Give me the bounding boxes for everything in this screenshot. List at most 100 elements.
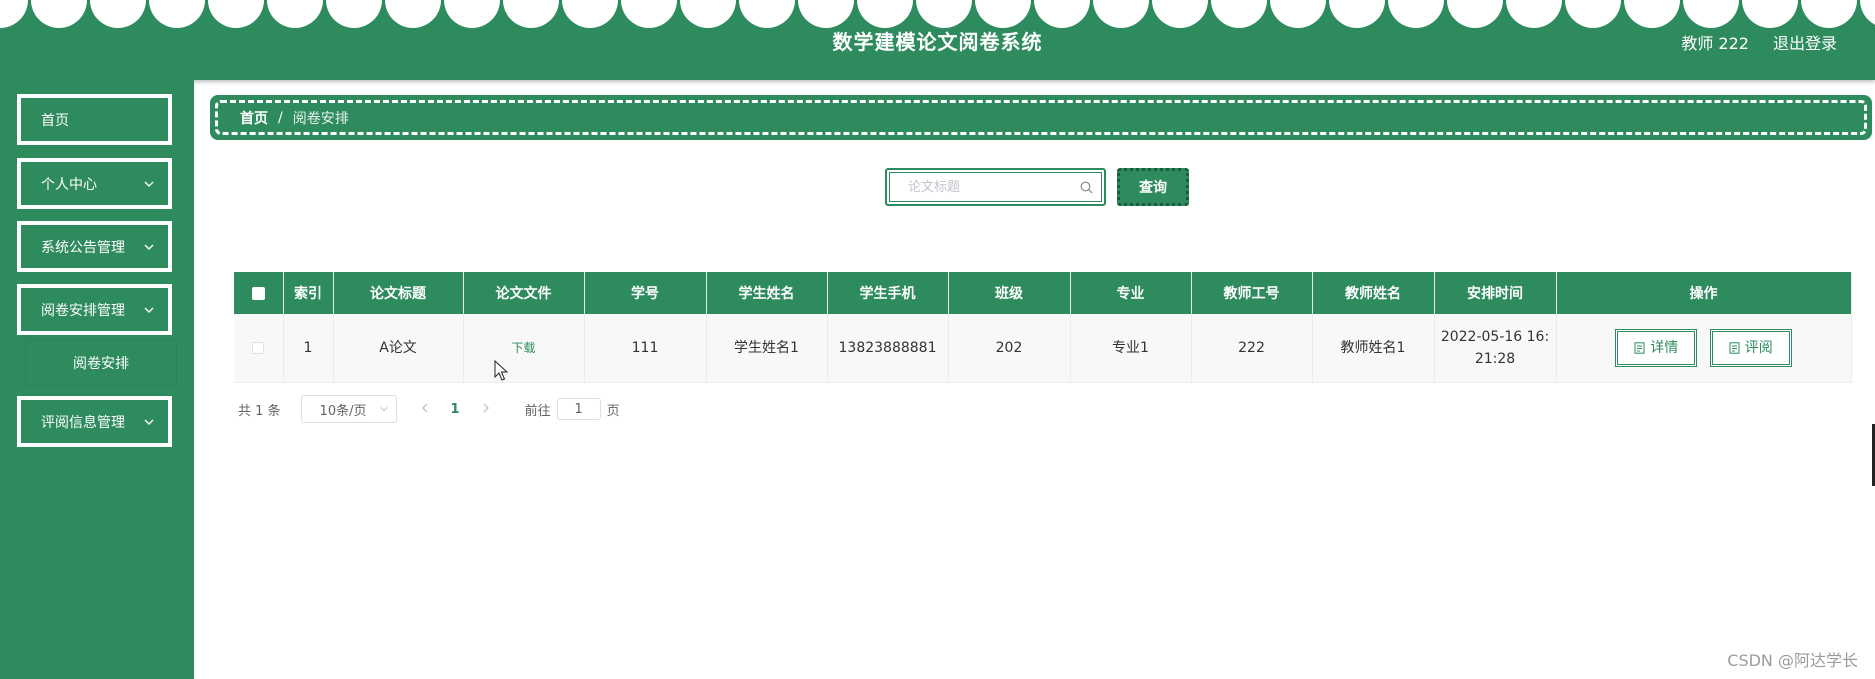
goto-page-input[interactable] xyxy=(556,398,601,420)
cell-phone: 13823888881 xyxy=(827,314,949,383)
chevron-down-icon xyxy=(379,407,388,412)
scallop xyxy=(149,0,205,28)
scallop xyxy=(1742,0,1798,28)
cell-arranged-time: 2022-05-16 16: 21:28 xyxy=(1434,314,1557,383)
page-suffix: 页 xyxy=(606,403,620,419)
review-button[interactable]: 评阅 xyxy=(1709,329,1792,367)
scallop xyxy=(1329,0,1385,28)
detail-button-label: 详情 xyxy=(1650,340,1679,356)
cell-class: 202 xyxy=(948,314,1071,383)
chevron-right-icon xyxy=(483,403,489,412)
sidebar-item-label: 阅卷安排管理 xyxy=(41,302,125,319)
column-header: 操作 xyxy=(1556,272,1852,314)
scallop xyxy=(1506,0,1562,28)
cell-major: 专业1 xyxy=(1070,314,1192,383)
grading-table: 索引 论文标题 论文文件 学号 学生姓名 学生手机 班级 专业 教师工号 教师姓… xyxy=(234,272,1852,383)
user-area: 教师 222 退出登录 xyxy=(1681,30,1837,54)
scallop xyxy=(1565,0,1621,28)
scallop xyxy=(1683,0,1739,28)
row-checkbox[interactable] xyxy=(252,342,265,354)
scallop xyxy=(916,0,972,28)
sidebar-item-label: 个人中心 xyxy=(41,176,97,193)
column-header: 学生手机 xyxy=(827,272,949,314)
scallop xyxy=(90,0,146,28)
sidebar-item-label: 系统公告管理 xyxy=(41,239,125,256)
search-icon xyxy=(1080,181,1093,193)
cell-student-id: 111 xyxy=(584,314,707,383)
sidebar-item-announcements[interactable]: 系统公告管理 xyxy=(17,221,172,272)
scallop xyxy=(1152,0,1208,28)
select-all-checkbox[interactable] xyxy=(251,286,265,300)
column-header: 学号 xyxy=(584,272,707,314)
sidebar-item-grading-arrangement[interactable]: 阅卷安排管理 xyxy=(17,284,172,335)
scallop xyxy=(562,0,618,28)
page-size-select[interactable]: 10条/页 xyxy=(300,395,397,423)
scallop xyxy=(1270,0,1326,28)
scallop xyxy=(739,0,795,28)
scallop xyxy=(208,0,264,28)
scallop xyxy=(1801,0,1857,28)
cell-title: A论文 xyxy=(333,314,464,383)
breadcrumb-separator: / xyxy=(278,109,283,126)
sidebar-subitem-grading-arrangement[interactable]: 阅卷安排 xyxy=(26,341,176,385)
table-row: 1 A论文 下载 111 学生姓名1 13823888881 202 专业1 2… xyxy=(234,314,1852,383)
column-header: 教师工号 xyxy=(1191,272,1313,314)
sidebar-item-personal-center[interactable]: 个人中心 xyxy=(17,158,172,209)
column-header: 班级 xyxy=(948,272,1071,314)
sidebar-item-home[interactable]: 首页 xyxy=(17,94,172,145)
next-page-button[interactable] xyxy=(482,402,490,417)
detail-button[interactable]: 详情 xyxy=(1615,329,1698,367)
chevron-down-icon xyxy=(144,419,154,425)
time-line-2: 21:28 xyxy=(1474,351,1516,367)
review-button-label: 评阅 xyxy=(1744,340,1773,356)
search-input-wrapper xyxy=(889,172,1102,202)
scallop xyxy=(0,0,28,28)
search-input[interactable] xyxy=(906,178,1080,196)
search-button[interactable]: 查询 xyxy=(1117,168,1189,206)
scallop xyxy=(503,0,559,28)
document-icon xyxy=(1634,342,1645,354)
sidebar-item-label: 评阅信息管理 xyxy=(41,414,125,431)
scallop xyxy=(1211,0,1267,28)
user-label[interactable]: 教师 222 xyxy=(1681,30,1749,54)
column-header: 教师姓名 xyxy=(1312,272,1435,314)
column-header: 索引 xyxy=(283,272,334,314)
breadcrumb-home[interactable]: 首页 xyxy=(240,108,268,128)
cell-index: 1 xyxy=(283,314,334,383)
breadcrumb-current: 阅卷安排 xyxy=(292,110,349,127)
prev-page-button[interactable] xyxy=(421,402,429,417)
sidebar-item-label: 首页 xyxy=(41,112,69,129)
goto-label: 前往 xyxy=(524,403,551,419)
page-number[interactable]: 1 xyxy=(451,402,460,417)
scallop xyxy=(385,0,441,28)
sidebar: 首页 个人中心 系统公告管理 阅卷安排管理 阅卷安排 评阅信息管理 xyxy=(0,80,194,679)
pagination-total: 共 1 条 xyxy=(238,403,281,419)
column-header: 安排时间 xyxy=(1434,272,1557,314)
scallop xyxy=(326,0,382,28)
top-header: 数学建模论文阅卷系统 教师 222 退出登录 xyxy=(0,0,1875,80)
time-line-1: 2022-05-16 16: xyxy=(1440,329,1550,345)
scallop xyxy=(798,0,854,28)
scallop xyxy=(975,0,1031,28)
column-header: 专业 xyxy=(1070,272,1192,314)
chevron-down-icon xyxy=(144,181,154,187)
scallop xyxy=(444,0,500,28)
cell-actions: 详情 评阅 xyxy=(1556,314,1852,383)
download-link[interactable]: 下载 xyxy=(511,341,535,355)
cell-teacher-id: 222 xyxy=(1191,314,1313,383)
scallop xyxy=(1624,0,1680,28)
scallop xyxy=(680,0,736,28)
sidebar-item-review-info[interactable]: 评阅信息管理 xyxy=(17,396,172,447)
column-header: 学生姓名 xyxy=(706,272,828,314)
scallop xyxy=(1860,0,1875,25)
cursor-icon xyxy=(494,360,508,381)
logout-button[interactable]: 退出登录 xyxy=(1773,30,1837,54)
app-title: 数学建模论文阅卷系统 xyxy=(832,30,1043,54)
breadcrumb-container: 首页 / 阅卷安排 xyxy=(210,95,1872,140)
header-select-all[interactable] xyxy=(234,272,284,314)
chevron-left-icon xyxy=(421,403,428,412)
scallop xyxy=(1447,0,1503,28)
document-icon xyxy=(1729,342,1740,354)
scallop xyxy=(31,0,87,28)
page-size-value: 10条/页 xyxy=(319,403,367,419)
